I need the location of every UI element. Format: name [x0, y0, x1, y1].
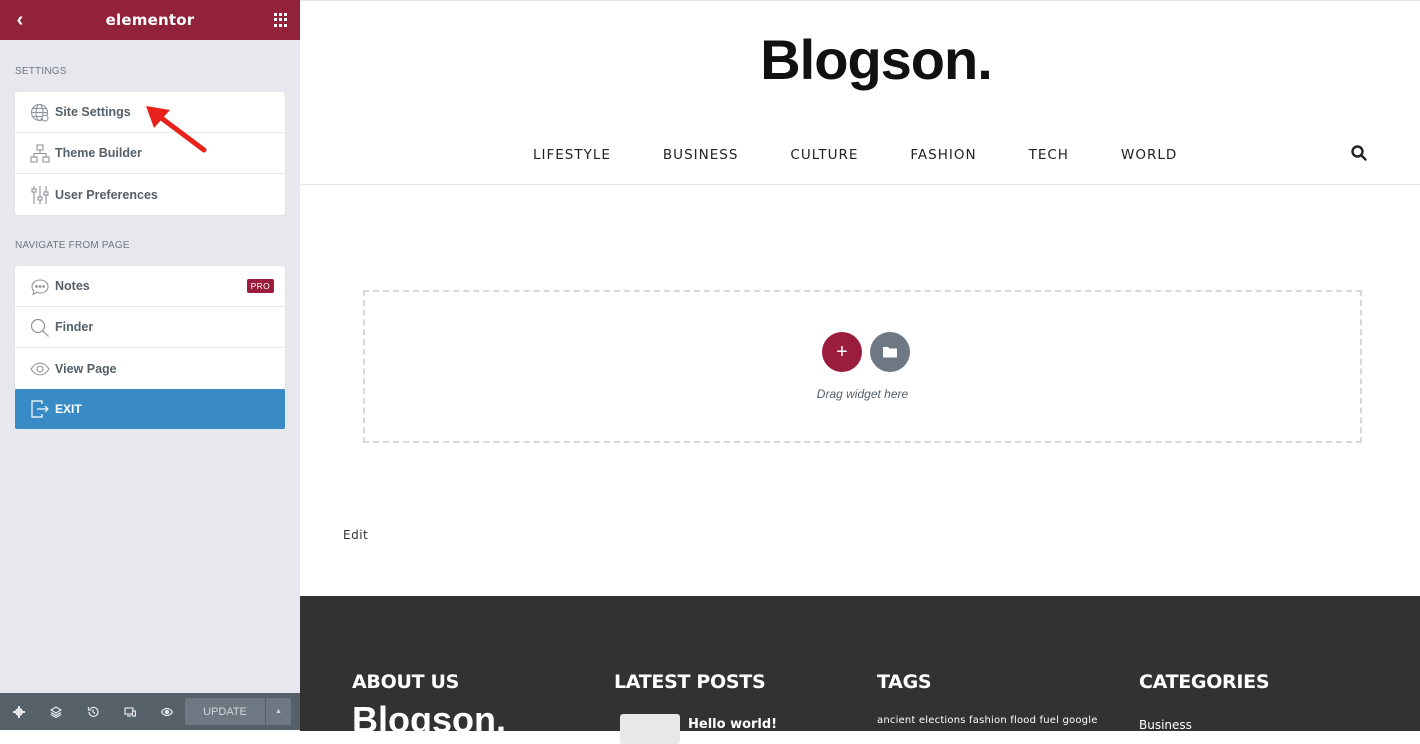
- search-icon[interactable]: [1350, 144, 1368, 162]
- tag-cloud[interactable]: ancient elections fashion flood fuel goo…: [877, 715, 1098, 726]
- folder-icon: [883, 347, 897, 358]
- footer-logo: Blogson.: [352, 699, 506, 740]
- menu-item-view-page[interactable]: View Page: [15, 348, 285, 389]
- settings-icon[interactable]: [0, 693, 37, 730]
- globe-icon: [30, 103, 50, 123]
- nav-item-fashion[interactable]: FASHION: [910, 147, 976, 163]
- post-thumbnail[interactable]: [620, 714, 680, 744]
- footer-heading-about: ABOUT US: [352, 671, 460, 693]
- layers-icon[interactable]: [37, 693, 74, 730]
- widget-drop-zone[interactable]: + Drag widget here: [363, 290, 1362, 443]
- footer-heading-tags: TAGS: [877, 671, 932, 693]
- menu-item-label: Notes: [55, 279, 90, 293]
- eye-icon: [30, 359, 50, 379]
- responsive-icon[interactable]: [111, 693, 148, 730]
- pro-badge: PRO: [246, 279, 274, 293]
- site-preview: Blogson. LIFESTYLE BUSINESS CULTURE FASH…: [300, 0, 1420, 744]
- settings-section-title: SETTINGS: [15, 66, 67, 77]
- footer-heading-categories: CATEGORIES: [1139, 671, 1270, 693]
- menu-item-label: View Page: [55, 361, 117, 376]
- menu-item-label: Theme Builder: [55, 146, 142, 160]
- nav-item-business[interactable]: BUSINESS: [663, 147, 738, 163]
- menu-item-user-preferences[interactable]: User Preferences: [15, 174, 285, 215]
- update-options-caret-icon[interactable]: ▲: [266, 698, 291, 725]
- exit-icon: [30, 399, 50, 419]
- nav-item-culture[interactable]: CULTURE: [790, 147, 858, 163]
- nav-item-lifestyle[interactable]: LIFESTYLE: [533, 147, 611, 163]
- nav-item-world[interactable]: WORLD: [1121, 147, 1177, 163]
- exit-label: EXIT: [55, 402, 82, 416]
- template-library-button[interactable]: [870, 332, 910, 372]
- back-icon[interactable]: ‹: [10, 9, 30, 31]
- menu-item-label: Site Settings: [55, 105, 131, 119]
- menu-item-label: User Preferences: [55, 187, 158, 202]
- header-divider: [300, 184, 1420, 185]
- footer-heading-latest-posts: LATEST POSTS: [614, 671, 766, 693]
- add-section-button[interactable]: +: [822, 332, 862, 372]
- elementor-logo: elementor: [105, 11, 195, 29]
- search-icon: [30, 318, 50, 338]
- drag-widget-hint: Drag widget here: [816, 387, 909, 401]
- sliders-icon: [30, 185, 50, 205]
- preview-icon[interactable]: [148, 693, 185, 730]
- main-navigation: LIFESTYLE BUSINESS CULTURE FASHION TECH …: [533, 147, 1229, 163]
- panel-footer: UPDATE ▲: [0, 693, 300, 730]
- nav-item-tech[interactable]: TECH: [1029, 147, 1069, 163]
- exit-button[interactable]: EXIT: [15, 389, 285, 429]
- site-title[interactable]: Blogson.: [300, 27, 1420, 92]
- site-footer: ABOUT US LATEST POSTS TAGS CATEGORIES Bl…: [300, 596, 1420, 744]
- comment-icon: [30, 277, 50, 297]
- edit-link[interactable]: Edit: [343, 528, 368, 542]
- menu-item-label: Finder: [55, 320, 94, 334]
- widgets-grid-icon[interactable]: [274, 13, 288, 27]
- history-icon[interactable]: [74, 693, 111, 730]
- navigate-menu: Notes PRO Finder View Page: [15, 266, 285, 389]
- menu-item-finder[interactable]: Finder: [15, 307, 285, 348]
- sitemap-icon: [30, 144, 50, 164]
- navigate-section-title: NAVIGATE FROM PAGE: [15, 240, 130, 251]
- panel-header: ‹ elementor: [0, 0, 300, 40]
- update-button[interactable]: UPDATE: [185, 698, 265, 725]
- red-arrow-annotation: [146, 106, 207, 153]
- menu-item-notes[interactable]: Notes PRO: [15, 266, 285, 307]
- elementor-panel: ‹ elementor SETTINGS Site Settings Theme…: [0, 0, 300, 730]
